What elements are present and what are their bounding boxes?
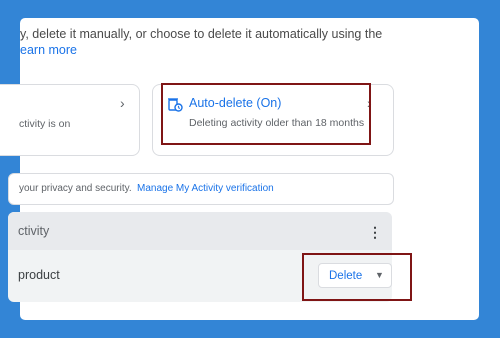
product-filter-label: product bbox=[18, 268, 60, 282]
manage-verification-link[interactable]: Manage My Activity verification bbox=[137, 183, 274, 194]
auto-delete-highlight bbox=[161, 83, 371, 145]
privacy-notice: your privacy and security. Manage My Act… bbox=[8, 173, 394, 205]
chevron-right-icon: › bbox=[120, 95, 125, 111]
delete-highlight bbox=[302, 253, 412, 301]
activity-status-card[interactable]: ctivity is on › bbox=[0, 84, 140, 156]
activity-header: ctivity ⋮ bbox=[8, 212, 392, 250]
more-vert-icon[interactable]: ⋮ bbox=[368, 224, 382, 241]
activity-status-text: ctivity is on bbox=[19, 118, 71, 130]
intro-text: y, delete it manually, or choose to dele… bbox=[20, 27, 383, 41]
learn-more-link[interactable]: earn more bbox=[20, 43, 77, 57]
activity-section-title: ctivity bbox=[18, 224, 50, 238]
privacy-text: your privacy and security. bbox=[19, 183, 132, 194]
